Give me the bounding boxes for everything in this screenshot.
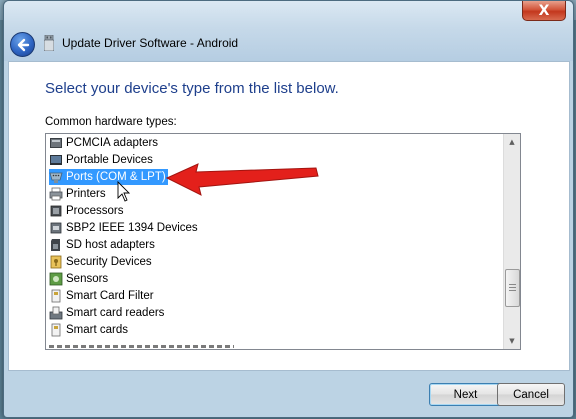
annotation-overlay [117,163,319,202]
mouse-cursor-icon [117,180,131,202]
annotation-arrow-icon [165,163,319,196]
